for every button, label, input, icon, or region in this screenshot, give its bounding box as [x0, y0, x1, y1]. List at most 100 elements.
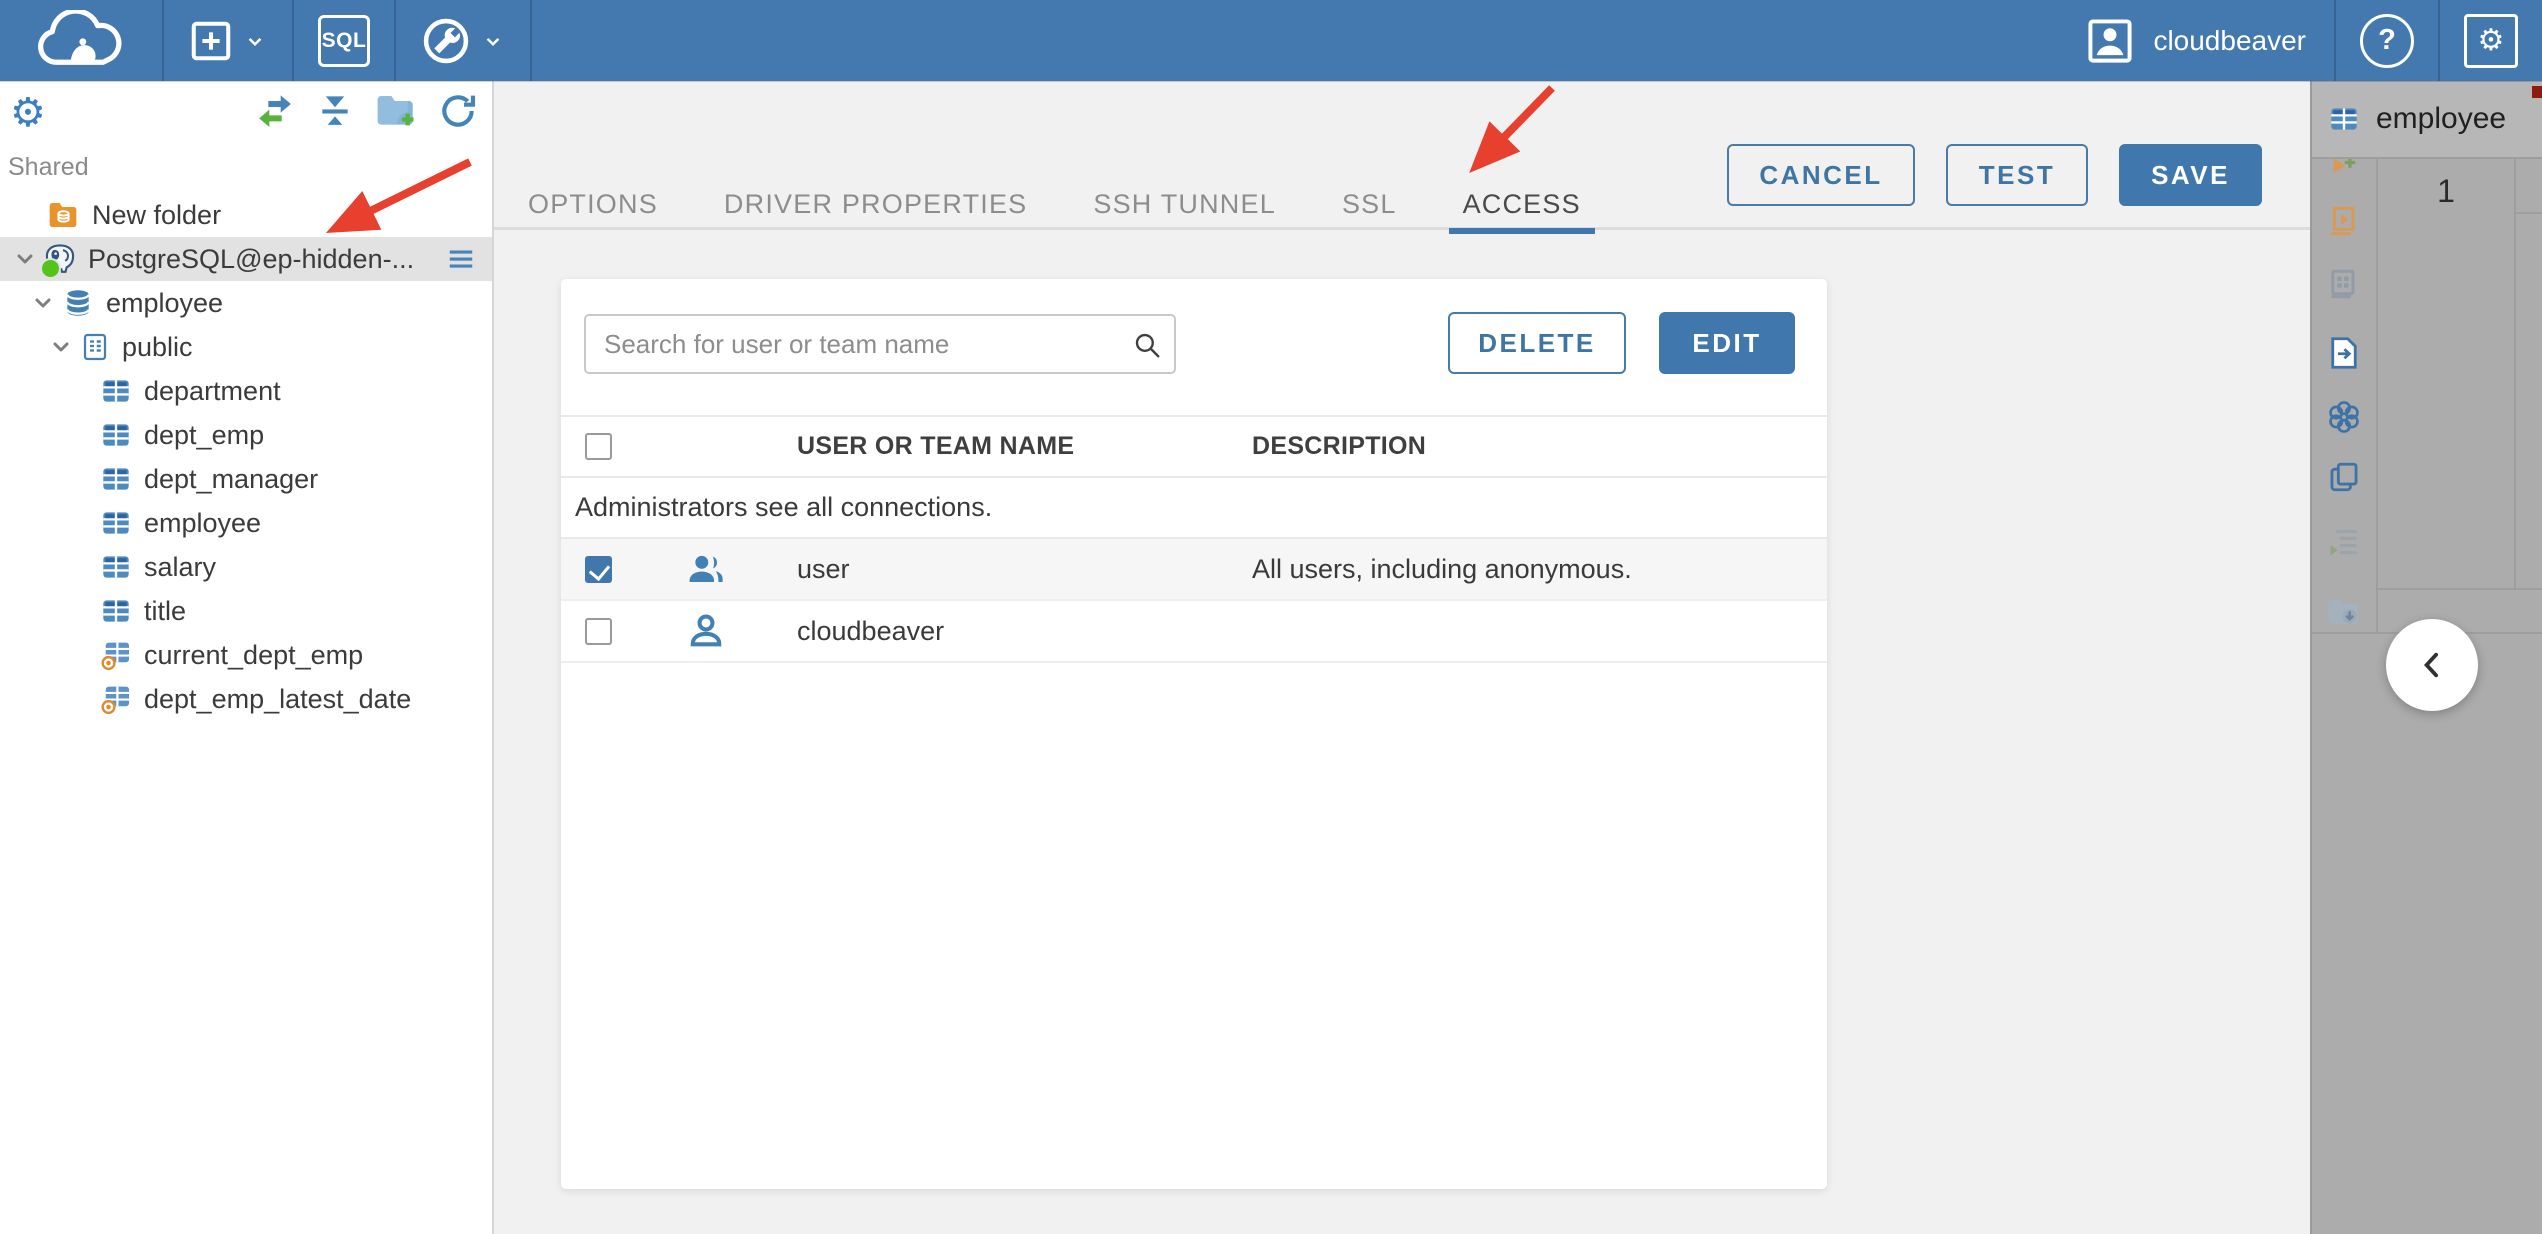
select-all-checkbox[interactable]	[585, 433, 612, 460]
tree-item-dept-emp[interactable]: dept_emp	[0, 413, 492, 457]
row-checkbox-checked[interactable]	[585, 555, 612, 583]
delete-button[interactable]: DELETE	[1448, 312, 1626, 374]
driver-manager-button[interactable]	[396, 0, 530, 81]
user-menu-button[interactable]: cloudbeaver	[2061, 0, 2320, 81]
table-icon	[100, 375, 132, 407]
tab-employee[interactable]: employee	[2312, 81, 2542, 159]
tree-item-label: dept_emp	[144, 419, 265, 450]
cloud-logo-icon	[38, 9, 122, 65]
help-icon: ?	[2360, 13, 2414, 68]
help-button[interactable]: ?	[2336, 0, 2438, 81]
tree-item-title[interactable]: title	[0, 589, 492, 633]
tab-options[interactable]: OPTIONS	[514, 177, 672, 231]
tree-item-new-folder[interactable]: New folder	[0, 193, 492, 237]
table-row-cloudbeaver[interactable]: cloudbeaver	[561, 601, 1827, 663]
collapse-panel-button[interactable]	[2386, 619, 2478, 711]
table-row-user[interactable]: user All users, including anonymous.	[561, 539, 1827, 601]
header-separator	[530, 0, 532, 81]
ai-assistant-icon[interactable]	[2325, 398, 2363, 436]
new-connection-button[interactable]	[164, 0, 292, 81]
tree-item-label: New folder	[92, 199, 222, 230]
tree-item-dept-manager[interactable]: dept_manager	[0, 457, 492, 501]
tree-item-employee[interactable]: employee	[0, 501, 492, 545]
tree-item-label: PostgreSQL@ep-hidden-...	[88, 243, 415, 274]
tree-item-salary[interactable]: salary	[0, 545, 492, 589]
search-input[interactable]	[584, 314, 1176, 374]
row-name: user	[797, 553, 850, 584]
tab-driver-properties[interactable]: DRIVER PROPERTIES	[710, 177, 1041, 231]
access-settings-card: DELETE EDIT USER OR TEAM NAME DESCRIPTIO…	[561, 279, 1827, 1189]
row-name: cloudbeaver	[797, 615, 945, 646]
access-grants-table: USER OR TEAM NAME DESCRIPTION Administra…	[561, 415, 1827, 663]
column-header-name: USER OR TEAM NAME	[797, 432, 1075, 460]
tab-ssh-tunnel[interactable]: SSH TUNNEL	[1079, 177, 1290, 231]
team-icon	[683, 548, 797, 590]
copy-value-icon[interactable]	[2327, 459, 2361, 495]
row-number-cell: 1	[2437, 172, 2455, 209]
new-folder-icon[interactable]	[374, 91, 418, 131]
admin-notice-row: Administrators see all connections.	[561, 478, 1827, 539]
save-to-folder-icon[interactable]	[2324, 595, 2364, 629]
node-menu-icon[interactable]	[444, 244, 478, 274]
grid-view-icon[interactable]	[2326, 266, 2362, 302]
table-icon	[100, 551, 132, 583]
top-header-bar: SQL cloudbeaver ? ⚙	[0, 0, 2542, 81]
connection-dialog-panel: OPTIONS DRIVER PROPERTIES SSH TUNNEL SSL ACC…	[494, 81, 2310, 1234]
execution-plan-icon[interactable]	[2326, 525, 2362, 559]
folder-db-icon	[46, 199, 80, 231]
tree-item-label: salary	[144, 551, 217, 582]
chevron-expanded-icon[interactable]	[30, 291, 56, 315]
edit-button[interactable]: EDIT	[1659, 312, 1795, 374]
cloudbeaver-app: SQL cloudbeaver ? ⚙ ⚙ Shared New folder …	[0, 0, 2542, 1234]
sql-editor-button[interactable]: SQL	[294, 0, 394, 81]
cloudbeaver-logo[interactable]	[0, 9, 162, 72]
tree-item-employee[interactable]: employee	[0, 281, 492, 325]
editor-tools-column	[2312, 157, 2378, 632]
chevron-expanded-icon[interactable]	[12, 247, 38, 271]
tree-item-dept-emp-latest-date[interactable]: dept_emp_latest_date	[0, 677, 492, 721]
grid-line	[2514, 159, 2516, 588]
tree-item-label: dept_emp_latest_date	[144, 683, 412, 714]
user-icon	[683, 610, 797, 652]
schema-icon	[80, 331, 110, 363]
tree-item-postgresql-ep-hidden-[interactable]: PostgreSQL@ep-hidden-...	[0, 237, 492, 281]
view-icon	[100, 639, 132, 671]
database-navigator-tree: New folder PostgreSQL@ep-hidden-... employ…	[0, 193, 492, 721]
tree-item-department[interactable]: department	[0, 369, 492, 413]
view-icon	[100, 683, 132, 715]
chevron-down-icon	[480, 28, 506, 54]
chevron-left-icon	[2424, 652, 2439, 678]
settings-gear-icon[interactable]: ⚙	[10, 93, 46, 133]
settings-button[interactable]: ⚙	[2440, 0, 2542, 81]
connection-status-dot	[40, 258, 61, 279]
collapse-all-icon[interactable]	[316, 91, 354, 131]
table-icon	[100, 595, 132, 627]
database-icon	[62, 287, 94, 319]
tab-label: employee	[2376, 102, 2507, 135]
sidebar-toolbar: ⚙	[0, 81, 492, 147]
chevron-expanded-icon[interactable]	[48, 335, 74, 359]
column-header-description: DESCRIPTION	[1252, 432, 1427, 460]
tree-item-current-dept-emp[interactable]: current_dept_emp	[0, 633, 492, 677]
execute-script-icon[interactable]	[2326, 203, 2362, 239]
tree-item-label: employee	[106, 287, 224, 318]
screen-edge-indicator	[2532, 86, 2542, 98]
new-connection-icon	[191, 21, 231, 60]
tree-item-public[interactable]: public	[0, 325, 492, 369]
table-editor-rail: employee 1	[2310, 81, 2542, 1234]
save-button[interactable]: SAVE	[2119, 144, 2262, 206]
tree-item-label: current_dept_emp	[144, 639, 364, 670]
cancel-button[interactable]: CANCEL	[1727, 144, 1915, 206]
test-button[interactable]: TEST	[1946, 144, 2088, 206]
sql-editor-icon: SQL	[318, 14, 370, 67]
row-checkbox[interactable]	[585, 617, 612, 645]
postgres-icon	[40, 243, 76, 279]
tree-item-label: department	[144, 375, 281, 406]
link-editor-icon[interactable]	[254, 91, 296, 131]
tab-access[interactable]: ACCESS	[1448, 177, 1596, 234]
tab-ssl[interactable]: SSL	[1328, 177, 1411, 231]
dialog-actions: CANCEL TEST SAVE	[1727, 144, 2262, 206]
refresh-icon[interactable]	[438, 91, 478, 131]
connection-tabs: OPTIONS DRIVER PROPERTIES SSH TUNNEL SSL ACC…	[514, 177, 1596, 234]
export-data-icon[interactable]	[2326, 335, 2362, 371]
